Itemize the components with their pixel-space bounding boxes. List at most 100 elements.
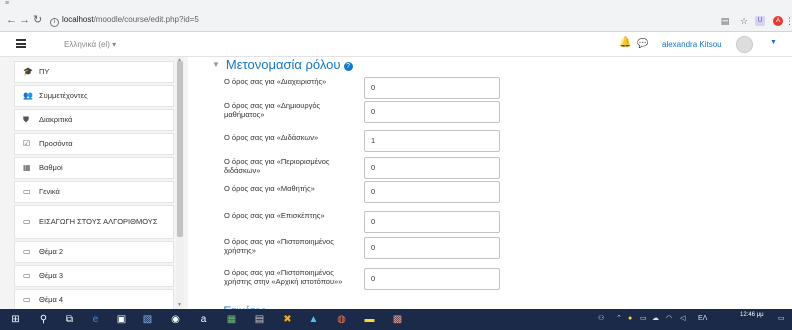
drawer-item-label: Γενικά — [39, 187, 60, 196]
drawer-item-label: ΕΙΣΑΓΩΓΗ ΣΤΟΥΣ ΑΛΓΟΡΙΘΜΟΥΣ — [39, 217, 158, 226]
amazon-icon[interactable]: a — [196, 312, 211, 327]
drawer-item-label: Διακριτικά — [39, 115, 73, 124]
start-icon[interactable]: ⊞ — [8, 312, 23, 327]
folder-icon: ▭ — [23, 247, 31, 256]
drawer-item[interactable]: ▭ Θέμα 4 — [14, 289, 174, 311]
drawer-item[interactable]: 🎓 ΠΥ — [14, 61, 174, 83]
role-rename-input[interactable]: 0 — [364, 77, 500, 99]
role-rename-label: Ο όρος σας για «Πιστοποιημένος χρήστης» — [224, 237, 334, 255]
reload-icon[interactable]: ↻ — [33, 13, 42, 27]
role-rename-input[interactable]: 0 — [364, 181, 500, 203]
translate-icon[interactable]: ▤ — [720, 16, 730, 26]
role-rename-label: Ο όρος σας για «Διαχειριστής» — [224, 77, 327, 86]
profile-icon[interactable]: A — [773, 16, 783, 26]
folder-icon: ▭ — [23, 295, 31, 304]
tray-app-icon[interactable]: ● — [628, 314, 632, 324]
section-title: Μετονομασία ρόλου — [225, 57, 341, 72]
clock-time: 12:46 μμ — [740, 312, 764, 318]
app-icon-4[interactable]: ▤ — [252, 312, 267, 327]
user-name[interactable]: alexandra Kitsou — [662, 40, 722, 50]
site-info-icon[interactable]: i — [50, 18, 59, 27]
role-rename-label: Ο όρος σας για «Διδάσκων» — [224, 133, 319, 142]
drawer-item-label: Προσόντα — [39, 139, 73, 148]
role-rename-input[interactable]: 0 — [364, 101, 500, 123]
app-icon-6[interactable]: ▲ — [306, 312, 321, 327]
help-icon[interactable]: ? — [343, 62, 353, 71]
section-header-rename-role[interactable]: ▼ Μετονομασία ρόλου? — [212, 57, 353, 73]
users-icon: 👥 — [23, 91, 33, 100]
drawer-item-label: Συμμετέχοντες — [39, 91, 88, 100]
drawer-item-label: Θέμα 2 — [39, 247, 64, 256]
chrome-icon[interactable]: ◍ — [334, 312, 349, 327]
table-icon: ▦ — [23, 163, 31, 172]
drawer-item[interactable]: ⛊ Διακριτικά — [14, 109, 174, 131]
cloud-icon[interactable]: ☁ — [652, 314, 659, 324]
main-content: ▼ Μετονομασία ρόλου? Ο όρος σας για «Διαχ… — [188, 57, 792, 318]
drawer-item-label: ΠΥ — [39, 67, 50, 76]
volume-icon[interactable]: ◁ — [680, 314, 685, 324]
drawer-item-label: Θέμα 3 — [39, 271, 64, 280]
clock[interactable]: 12:46 μμ — [740, 311, 764, 319]
forward-icon[interactable]: → — [19, 13, 30, 27]
nav-drawer: 🎓 ΠΥ 👥 Συμμετέχοντες ⛊ Διακριτικά ☑ Προσόντα ▦ Βα… — [0, 57, 188, 330]
network-icon[interactable]: ▭ — [640, 314, 647, 324]
role-rename-input[interactable]: 0 — [364, 268, 500, 290]
drawer-toggle-icon[interactable] — [16, 39, 26, 48]
role-rename-input[interactable]: 0 — [364, 157, 500, 179]
folder-icon: ▭ — [23, 271, 31, 280]
role-rename-input[interactable]: 1 — [364, 130, 500, 152]
bookmark-star-icon[interactable]: ☆ — [739, 16, 749, 26]
messages-icon[interactable]: 💬 — [637, 37, 648, 49]
role-rename-input[interactable]: 0 — [364, 237, 500, 259]
drawer-item-label: Θέμα 4 — [39, 295, 64, 304]
moodle-navbar: Ελληνικά (el) ▾ 🔔 💬 alexandra Kitsou ▼ — [0, 32, 792, 57]
back-icon[interactable]: ← — [6, 13, 17, 27]
drawer-item[interactable]: ▭ ΕΙΣΑΓΩΓΗ ΣΤΟΥΣ ΑΛΓΟΡΙΘΜΟΥΣ — [14, 205, 174, 239]
notifications-bell-icon[interactable]: 🔔 — [619, 37, 631, 49]
checkbox-icon: ☑ — [23, 139, 31, 148]
collapse-caret-icon[interactable]: ▼ — [212, 60, 220, 69]
drawer-item[interactable]: ▦ Βαθμοί — [14, 157, 174, 179]
app-icon-2[interactable]: ◉ — [168, 312, 183, 327]
edge-icon[interactable]: e — [88, 312, 103, 327]
app-icon-7[interactable]: ▩ — [390, 312, 405, 327]
extension-icon[interactable]: U — [755, 16, 765, 26]
browser-menu-icon[interactable]: ⋮ — [785, 16, 792, 26]
address-bar[interactable]: i localhost/moodle/course/edit.php?id=5 — [50, 14, 199, 27]
screen: ≡ ← → ↻ i localhost/moodle/course/edit.ph… — [0, 0, 792, 330]
input-language[interactable]: ΕΛ — [698, 314, 707, 324]
search-icon[interactable]: ⚲ — [36, 312, 51, 327]
scroll-up-icon[interactable]: ▲ — [177, 57, 182, 63]
notifications-icon[interactable]: ▭ — [778, 314, 785, 324]
role-rename-input[interactable]: 0 — [364, 211, 500, 233]
role-rename-label: Ο όρος σας για «Επισκέπτης» — [224, 211, 325, 220]
scroll-down-icon[interactable]: ▼ — [177, 302, 182, 308]
tray-chevron-icon[interactable]: ⌃ — [616, 314, 622, 324]
people-icon[interactable]: ⚇ — [598, 314, 604, 324]
window-menu-icon[interactable]: ≡ — [5, 0, 9, 7]
file-explorer-icon[interactable]: ▬ — [362, 312, 377, 327]
app-icon-3[interactable]: ▦ — [224, 312, 239, 327]
drawer-item[interactable]: 👥 Συμμετέχοντες — [14, 85, 174, 107]
drawer-item[interactable]: ▭ Θέμα 2 — [14, 241, 174, 263]
avatar[interactable] — [736, 36, 753, 53]
task-view-icon[interactable]: ⧉ — [62, 312, 77, 327]
drawer-item[interactable]: ☑ Προσόντα — [14, 133, 174, 155]
app-icon-5[interactable]: ✖ — [280, 312, 295, 327]
drawer-item-label: Βαθμοί — [39, 163, 63, 172]
role-rename-label: Ο όρος σας για «Πιστοποιημένος χρήστης σ… — [224, 268, 343, 286]
wifi-icon[interactable]: ◠ — [666, 314, 672, 324]
user-menu-chevron-icon[interactable]: ▼ — [770, 39, 777, 46]
drawer-scroll-thumb[interactable] — [177, 61, 183, 237]
drawer-item[interactable]: ▭ Γενικά — [14, 181, 174, 203]
language-menu[interactable]: Ελληνικά (el) ▾ — [64, 39, 116, 50]
app-icon[interactable]: ▧ — [140, 312, 155, 327]
drawer-list: 🎓 ΠΥ 👥 Συμμετέχοντες ⛊ Διακριτικά ☑ Προσόντα ▦ Βα… — [14, 61, 174, 330]
store-icon[interactable]: ▣ — [114, 312, 129, 327]
url-host: localhost — [62, 15, 94, 24]
drawer-item[interactable]: ▭ Θέμα 3 — [14, 265, 174, 287]
window-top-strip: ≡ — [0, 0, 792, 10]
shield-icon: ⛊ — [23, 115, 29, 124]
role-rename-label: Ο όρος σας για «Περιορισμένος διδάσκων» — [224, 157, 330, 175]
folder-icon: ▭ — [23, 187, 31, 196]
